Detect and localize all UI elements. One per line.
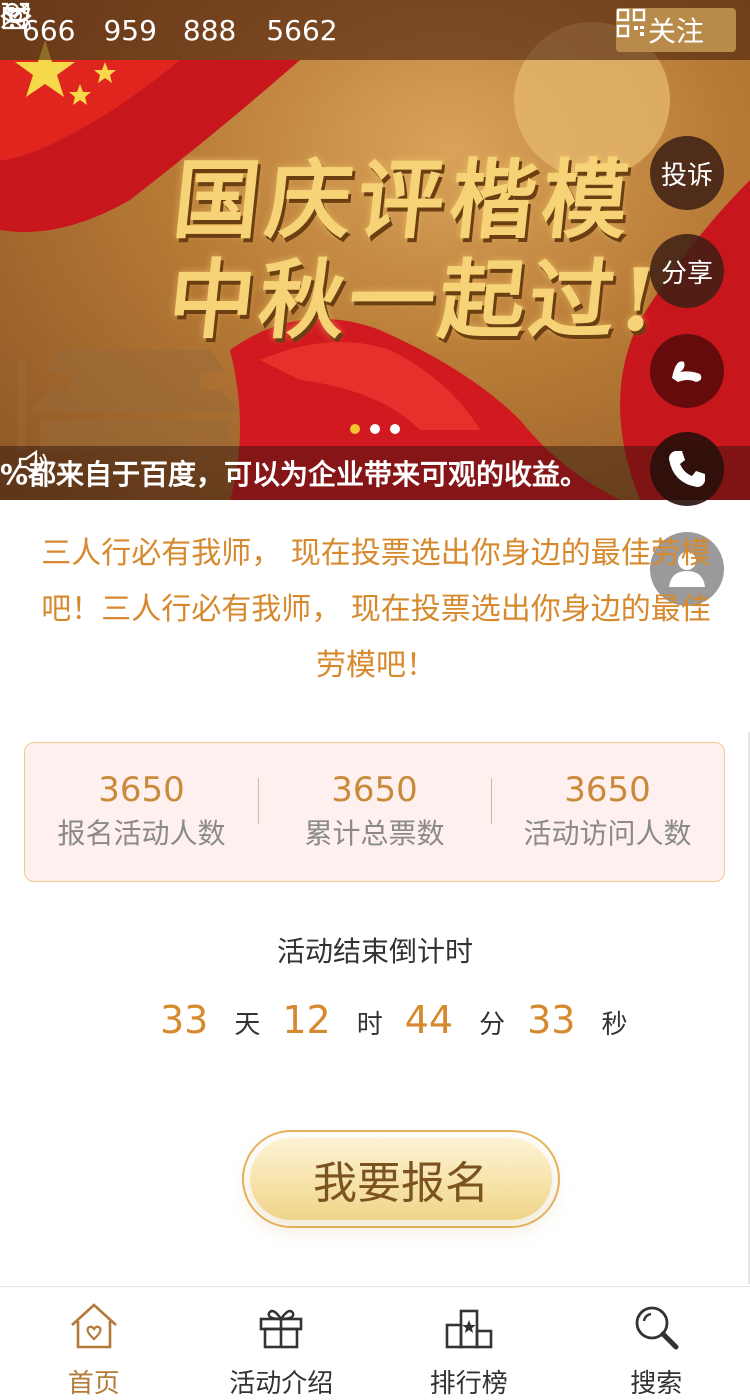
stats-bar: 666 959 888 5662 关注	[0, 0, 750, 60]
signup-button[interactable]: 我要报名	[242, 1130, 560, 1228]
share-label: 分享	[660, 258, 713, 289]
nav-search[interactable]: 搜索	[563, 1287, 750, 1400]
phone-button[interactable]	[650, 432, 724, 506]
nav-label: 活动介绍	[229, 1369, 334, 1399]
ranking-icon	[445, 1309, 493, 1349]
stat-value: 3650	[331, 770, 418, 810]
nav-activity-intro[interactable]: 活动介绍	[188, 1287, 376, 1400]
qrcode-icon	[616, 8, 646, 38]
follow-label: 关注	[647, 15, 704, 48]
carousel-dot[interactable]	[390, 424, 400, 434]
search-icon	[635, 1306, 679, 1350]
nav-label: 排行榜	[429, 1369, 508, 1399]
banner[interactable]: 国庆评楷模 中秋一起过! 666 959 888 5662 关注 %都来自于百度…	[0, 0, 750, 500]
countdown-minutes-unit: 分	[479, 1010, 506, 1040]
music-button[interactable]	[650, 334, 724, 408]
music-icon	[672, 361, 702, 382]
countdown-days-unit: 天	[234, 1010, 261, 1040]
signup-label: 我要报名	[250, 1138, 552, 1220]
stat-votes: 3650 累计总票数	[258, 768, 491, 856]
countdown-days: 33	[160, 998, 209, 1042]
carousel-dots	[350, 424, 410, 434]
megaphone-icon	[18, 449, 47, 477]
shares-count: 959	[103, 13, 157, 47]
follow-button[interactable]: 关注	[616, 8, 736, 52]
carousel-dot[interactable]	[370, 424, 380, 434]
notice-text: %都来自于百度，可以为企业带来可观的收益。	[0, 458, 589, 491]
stat-signups: 3650 报名活动人数	[25, 768, 258, 856]
nav-label: 搜索	[630, 1369, 683, 1399]
share-button[interactable]: 分享	[650, 234, 724, 308]
phone-icon	[669, 451, 705, 487]
nav-label: 首页	[67, 1369, 120, 1399]
gift-icon	[259, 1309, 303, 1349]
stat-visits: 3650 活动访问人数	[491, 768, 724, 856]
stat-value: 3650	[564, 770, 651, 810]
cart-icon	[2, 2, 31, 29]
nav-ranking[interactable]: 排行榜	[375, 1287, 563, 1400]
countdown-seconds-unit: 秒	[601, 1010, 628, 1040]
nav-home[interactable]: 首页	[0, 1287, 188, 1400]
stat-label: 活动访问人数	[523, 817, 692, 850]
stat-label: 报名活动人数	[57, 817, 226, 850]
stats-panel: 3650 报名活动人数 3650 累计总票数 3650 活动访问人数	[24, 742, 725, 882]
stat-label: 累计总票数	[304, 817, 445, 850]
home-icon	[70, 1303, 117, 1349]
cart-stat: 5662	[2, 2, 338, 47]
countdown-seconds: 33	[527, 998, 576, 1042]
notice-bar: %都来自于百度，可以为企业带来可观的收益。	[0, 446, 750, 500]
countdown-hours: 12	[282, 998, 331, 1042]
banner-title-line2: 中秋一起过!	[163, 250, 667, 351]
shares-stat: 959	[2, 2, 157, 47]
participants-stat: 888	[1, 2, 237, 47]
complaint-button[interactable]: 投诉	[650, 136, 724, 210]
bottom-nav: 首页 活动介绍 排行榜 搜索	[0, 1286, 750, 1400]
participants-count: 888	[182, 13, 237, 47]
activity-description: 三人行必有我师， 现在投票选出你身边的最佳劳模吧！三人行必有我师， 现在投票选出…	[41, 536, 711, 683]
stat-value: 3650	[98, 770, 185, 810]
countdown-hours-unit: 时	[356, 1010, 383, 1040]
countdown: 33 天 12 时 44 分 33 秒	[160, 998, 650, 1042]
countdown-minutes: 44	[404, 998, 454, 1042]
carousel-dot[interactable]	[350, 424, 360, 434]
countdown-title: 活动结束倒计时	[276, 935, 473, 968]
cart-count: 5662	[266, 13, 338, 47]
complaint-label: 投诉	[660, 160, 713, 191]
